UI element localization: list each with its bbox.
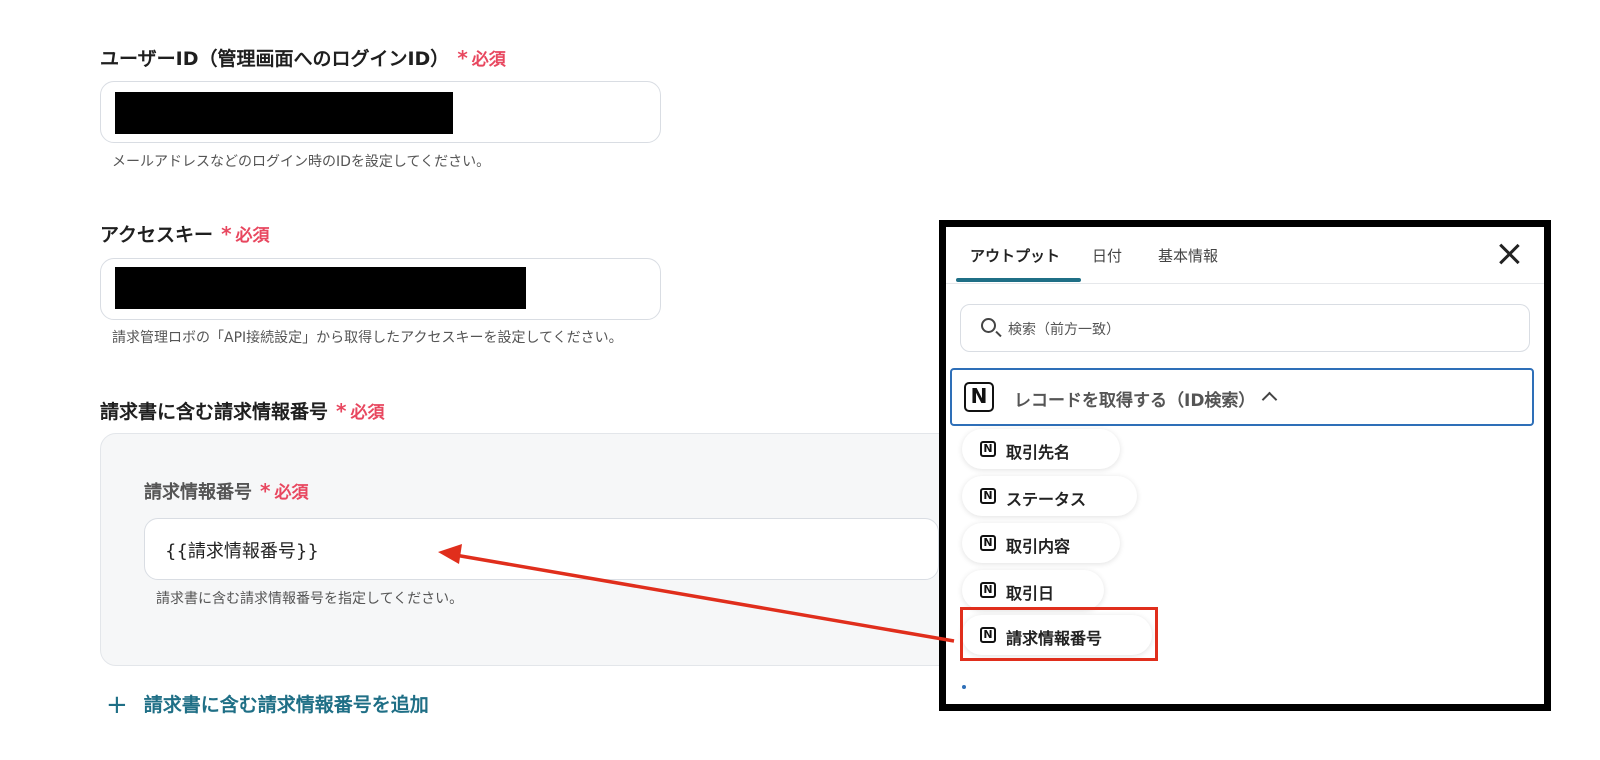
output-item-transaction-date[interactable]: N 取引日 (962, 570, 1104, 610)
output-item-status[interactable]: N ステータス (962, 476, 1137, 516)
invoice-group-box: 請求情報番号 * 必須 {{請求情報番号}} 請求書に含む請求情報番号を指定してくだ… (100, 433, 960, 666)
section-title: レコードを取得する（ID検索） (1014, 391, 1256, 411)
notion-icon: N (980, 582, 996, 598)
output-picker-panel: アウトプット 日付 基本情報 検索（前方一致） N レコードを取得する（ID検索… (939, 220, 1551, 711)
invoice-number-label-text: 請求情報番号 (144, 482, 252, 503)
tab-bar: アウトプット 日付 基本情報 (946, 227, 1544, 284)
active-tab-indicator (956, 278, 1081, 282)
access-key-label-text: アクセスキー (100, 224, 214, 246)
search-icon (981, 318, 996, 333)
notion-icon: N (980, 535, 996, 551)
output-item-label: 取引内容 (1006, 537, 1071, 556)
notion-icon: N (980, 441, 996, 457)
invoice-number-input[interactable]: {{請求情報番号}} (144, 518, 939, 580)
tab-output[interactable]: アウトプット (970, 245, 1060, 266)
section-get-record[interactable]: N レコードを取得する（ID検索） (950, 368, 1534, 426)
invoice-number-hint: 請求書に含む請求情報番号を指定してください。 (156, 591, 464, 607)
close-icon[interactable] (1496, 241, 1522, 267)
add-link-text: 請求書に含む請求情報番号を追加 (143, 694, 429, 716)
redacted-value (115, 92, 453, 134)
access-key-input[interactable] (100, 258, 661, 320)
search-input[interactable]: 検索（前方一致） (960, 304, 1530, 352)
required-badge: * 必須 (336, 399, 385, 423)
invoice-number-label: 請求情報番号 * 必須 (144, 478, 308, 504)
add-invoice-number-link[interactable]: + 請求書に含む請求情報番号を追加 (106, 690, 429, 720)
invoice-group-label: 請求書に含む請求情報番号 * 必須 (100, 397, 384, 424)
access-key-hint: 請求管理ロボの「API接続設定」から取得したアクセスキーを設定してください。 (112, 330, 623, 346)
required-badge: * 必須 (260, 479, 309, 503)
user-id-hint: メールアドレスなどのログイン時のIDを設定してください。 (112, 154, 491, 170)
output-item-transaction-content[interactable]: N 取引内容 (962, 523, 1120, 563)
redacted-value (115, 267, 526, 309)
highlight-box (960, 607, 1158, 661)
chevron-up-icon (1261, 391, 1278, 408)
notion-icon: N (980, 488, 996, 504)
tab-date[interactable]: 日付 (1092, 245, 1122, 266)
search-placeholder: 検索（前方一致） (1008, 322, 1120, 338)
access-key-label: アクセスキー * 必須 (100, 220, 270, 247)
plus-icon: + (106, 690, 128, 720)
user-id-label: ユーザーID（管理画面へのログインID） * 必須 (100, 44, 506, 71)
required-badge: * 必須 (457, 46, 506, 70)
tab-basic-info[interactable]: 基本情報 (1158, 245, 1218, 266)
invoice-group-label-text: 請求書に含む請求情報番号 (100, 401, 329, 423)
notion-icon: N (964, 382, 994, 412)
user-id-label-text: ユーザーID（管理画面へのログインID） (100, 48, 450, 70)
output-item-label: 取引先名 (1006, 443, 1071, 462)
output-item-client-name[interactable]: N 取引先名 (962, 429, 1120, 469)
scroll-indicator (962, 685, 966, 689)
output-item-label: ステータス (1006, 490, 1087, 509)
required-badge: * 必須 (221, 222, 270, 246)
output-item-label: 取引日 (1006, 584, 1055, 603)
user-id-input[interactable] (100, 81, 661, 143)
invoice-number-value: {{請求情報番号}} (165, 541, 319, 562)
